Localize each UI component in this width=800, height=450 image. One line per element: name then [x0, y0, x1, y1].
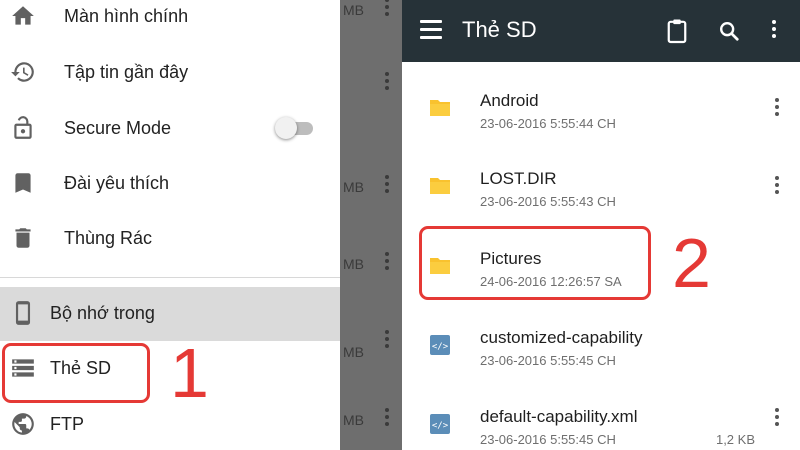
background-size-unit: MB	[343, 2, 364, 18]
drawer-item-recent[interactable]: Tập tin gần đây	[0, 46, 340, 98]
globe-icon	[12, 413, 34, 435]
background-list-row	[340, 64, 402, 104]
bookmark-icon	[15, 173, 31, 193]
background-size-unit: MB	[343, 256, 364, 272]
drawer-item-label: Thùng Rác	[64, 228, 153, 248]
folder-icon	[430, 100, 450, 116]
file-row-default-capability[interactable]: </> default-capability.xml 23-06-2016 5:…	[402, 386, 800, 450]
file-row-lost-dir[interactable]: LOST.DIR 23-06-2016 5:55:43 CH	[402, 148, 800, 226]
trash-icon	[15, 228, 31, 248]
left-screenshot-panel: Màn hình chính Tập tin gần đây Secure Mo…	[0, 0, 402, 450]
drawer-item-label: Tập tin gần đây	[64, 62, 189, 82]
more-vert-icon	[384, 175, 390, 197]
file-date: 23-06-2016 5:55:45 CH	[480, 432, 616, 447]
toggle-knob	[275, 117, 297, 139]
app-bar: Thẻ SD	[402, 0, 800, 62]
clipboard-icon[interactable]	[666, 18, 688, 44]
drawer-item-label: Bộ nhớ trong	[50, 303, 155, 323]
home-icon	[12, 6, 34, 25]
file-date: 23-06-2016 5:55:45 CH	[480, 353, 616, 368]
file-date: 23-06-2016 5:55:44 CH	[480, 116, 616, 131]
drawer-divider	[0, 277, 340, 278]
app-bar-title: Thẻ SD	[462, 17, 537, 42]
drawer-item-label: FTP	[50, 414, 84, 434]
drawer-item-label: Đài yêu thích	[64, 173, 170, 193]
right-screenshot-panel: Thẻ SD Android 23-06-2016 5:55:44 CH LOS…	[402, 0, 800, 450]
code-file-icon: </>	[430, 335, 450, 355]
background-list-row: MB	[340, 167, 402, 207]
svg-text:</>: </>	[432, 342, 449, 352]
history-icon	[11, 62, 34, 82]
background-size-unit: MB	[343, 412, 364, 428]
file-name: LOST.DIR	[480, 169, 557, 188]
file-row-android[interactable]: Android 23-06-2016 5:55:44 CH	[402, 70, 800, 148]
code-file-icon: </>	[430, 414, 450, 434]
overflow-menu-icon[interactable]	[771, 20, 777, 42]
annotation-number: 2	[672, 224, 711, 302]
search-icon[interactable]	[718, 20, 740, 42]
hamburger-menu-icon[interactable]	[420, 20, 442, 40]
file-name: Android	[480, 91, 539, 110]
drawer-item-label: Secure Mode	[64, 118, 172, 138]
annotation-highlight-box	[2, 343, 150, 403]
background-list-row: MB	[340, 400, 402, 440]
background-list-row: MB	[340, 0, 402, 30]
more-vert-icon	[384, 252, 390, 274]
drawer-item-label: Màn hình chính	[64, 6, 189, 26]
background-size-unit: MB	[343, 179, 364, 195]
more-vert-icon[interactable]	[774, 176, 780, 198]
more-vert-icon	[384, 408, 390, 430]
secure-mode-toggle[interactable]	[275, 117, 315, 139]
navigation-drawer: Màn hình chính Tập tin gần đây Secure Mo…	[0, 0, 340, 450]
svg-text:</>: </>	[432, 421, 449, 431]
annotation-number: 1	[170, 334, 209, 412]
file-size: 1,2 KB	[715, 432, 755, 447]
file-row-customized-capability[interactable]: </> customized-capability 23-06-2016 5:5…	[402, 307, 800, 385]
background-list-row: MB	[340, 332, 402, 372]
phone-icon	[15, 301, 31, 325]
background-size-unit: MB	[343, 344, 364, 360]
drawer-item-bookmarks[interactable]: Đài yêu thích	[0, 157, 340, 209]
drawer-item-trash[interactable]: Thùng Rác	[0, 212, 340, 264]
lock-open-icon	[14, 116, 32, 139]
file-name: default-capability.xml	[480, 407, 638, 426]
annotation-highlight-box	[419, 226, 651, 300]
file-date: 23-06-2016 5:55:43 CH	[480, 194, 616, 209]
file-name: customized-capability	[480, 328, 643, 347]
drawer-scrim-overlay[interactable]: MB MB MB MB MB	[340, 0, 402, 450]
background-list-row: MB	[340, 244, 402, 284]
more-vert-icon	[384, 0, 390, 20]
more-vert-icon	[384, 72, 390, 94]
folder-icon	[430, 178, 450, 194]
drawer-item-internal-storage[interactable]: Bộ nhớ trong	[0, 287, 340, 341]
more-vert-icon[interactable]	[774, 408, 780, 430]
drawer-item-home[interactable]: Màn hình chính	[0, 0, 340, 42]
more-vert-icon[interactable]	[774, 98, 780, 120]
